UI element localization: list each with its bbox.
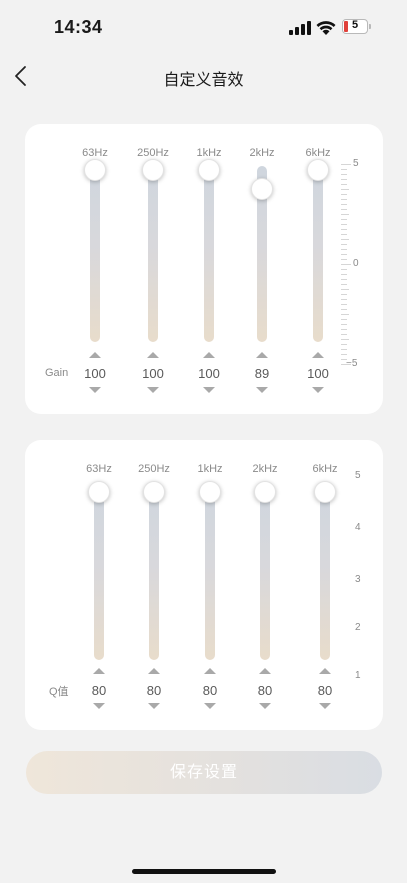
decrement-arrow-icon[interactable] xyxy=(93,703,105,709)
increment-arrow-icon[interactable] xyxy=(256,352,268,358)
q-scale-2: 2 xyxy=(355,622,361,633)
gain-slider-track[interactable] xyxy=(90,166,100,342)
q-freq-label: 6kHz xyxy=(312,463,338,475)
increment-arrow-icon[interactable] xyxy=(93,668,105,674)
q-scale-3: 3 xyxy=(355,574,361,585)
decrement-arrow-icon[interactable] xyxy=(89,387,101,393)
gain-freq-label: 1kHz xyxy=(196,147,222,159)
battery-icon: 5 xyxy=(342,19,368,34)
gain-value: 100 xyxy=(142,366,164,381)
q-slider-track[interactable] xyxy=(205,488,215,660)
q-slider-knob[interactable] xyxy=(143,481,165,503)
q-slider-knob[interactable] xyxy=(254,481,276,503)
increment-arrow-icon[interactable] xyxy=(259,668,271,674)
q-slider-knob[interactable] xyxy=(199,481,221,503)
status-time: 14:34 xyxy=(54,17,103,37)
increment-arrow-icon[interactable] xyxy=(204,668,216,674)
decrement-arrow-icon[interactable] xyxy=(256,387,268,393)
gain-slider-track[interactable] xyxy=(313,166,323,342)
battery-tip xyxy=(369,24,371,29)
q-freq-label: 63Hz xyxy=(86,463,112,475)
decrement-arrow-icon[interactable] xyxy=(148,703,160,709)
decrement-arrow-icon[interactable] xyxy=(147,387,159,393)
gain-scale-mid: 0 xyxy=(353,258,359,269)
q-freq-label: 250Hz xyxy=(138,463,170,475)
gain-freq-label: 250Hz xyxy=(137,147,169,159)
gain-slider-knob[interactable] xyxy=(142,159,164,181)
increment-arrow-icon[interactable] xyxy=(203,352,215,358)
gain-value: 100 xyxy=(198,366,220,381)
q-value: 80 xyxy=(257,683,273,698)
q-scale-1: 1 xyxy=(355,670,361,681)
status-bar: 14:34 5 xyxy=(0,0,407,50)
q-freq-label: 1kHz xyxy=(197,463,223,475)
q-row-label: Q值 xyxy=(49,686,69,698)
gain-scale-top: 5 xyxy=(353,158,359,169)
q-value: 80 xyxy=(91,683,107,698)
wifi-icon xyxy=(316,21,336,35)
increment-arrow-icon[interactable] xyxy=(312,352,324,358)
increment-arrow-icon[interactable] xyxy=(147,352,159,358)
q-slider-track[interactable] xyxy=(260,488,270,660)
q-value: 80 xyxy=(146,683,162,698)
gain-slider-track[interactable] xyxy=(148,166,158,342)
cellular-signal-icon xyxy=(289,21,311,35)
q-value: 80 xyxy=(202,683,218,698)
decrement-arrow-icon[interactable] xyxy=(204,703,216,709)
gain-slider-track[interactable] xyxy=(204,166,214,342)
q-slider-track[interactable] xyxy=(94,488,104,660)
gain-slider-knob[interactable] xyxy=(251,178,273,201)
gain-slider-knob[interactable] xyxy=(307,159,329,181)
gain-value: 100 xyxy=(307,366,329,381)
q-freq-label: 2kHz xyxy=(252,463,278,475)
q-scale-5: 5 xyxy=(355,470,361,481)
q-eq-card: Q值 5 4 3 2 1 63Hz 80 250Hz 80 1kHz 80 2kHz 80 6k… xyxy=(25,440,383,730)
gain-freq-label: 6kHz xyxy=(305,147,331,159)
gain-freq-label: 63Hz xyxy=(82,147,108,159)
gain-value: 89 xyxy=(254,366,270,381)
increment-arrow-icon[interactable] xyxy=(148,668,160,674)
save-settings-button[interactable]: 保存设置 xyxy=(26,751,382,794)
q-scale-4: 4 xyxy=(355,522,361,533)
q-slider-track[interactable] xyxy=(149,488,159,660)
gain-row-label: Gain xyxy=(45,367,69,379)
gain-value: 100 xyxy=(84,366,106,381)
q-slider-track[interactable] xyxy=(320,488,330,660)
q-slider-knob[interactable] xyxy=(314,481,336,503)
decrement-arrow-icon[interactable] xyxy=(312,387,324,393)
page-title: 自定义音效 xyxy=(163,72,244,89)
gain-slider-knob[interactable] xyxy=(84,159,106,181)
home-indicator xyxy=(132,869,276,874)
q-value: 80 xyxy=(317,683,333,698)
increment-arrow-icon[interactable] xyxy=(319,668,331,674)
gain-freq-label: 2kHz xyxy=(249,147,275,159)
decrement-arrow-icon[interactable] xyxy=(259,703,271,709)
decrement-arrow-icon[interactable] xyxy=(203,387,215,393)
decrement-arrow-icon[interactable] xyxy=(319,703,331,709)
q-slider-knob[interactable] xyxy=(88,481,110,503)
increment-arrow-icon[interactable] xyxy=(89,352,101,358)
battery-level: 5 xyxy=(351,19,359,31)
gain-eq-card: Gain 5 0 −5 63Hz 100 250Hz 100 1kHz 100 2kHz 89… xyxy=(25,124,383,414)
gain-scale-ticks xyxy=(341,164,351,365)
nav-bar: 自定义音效 xyxy=(0,56,407,100)
gain-slider-knob[interactable] xyxy=(198,159,220,181)
